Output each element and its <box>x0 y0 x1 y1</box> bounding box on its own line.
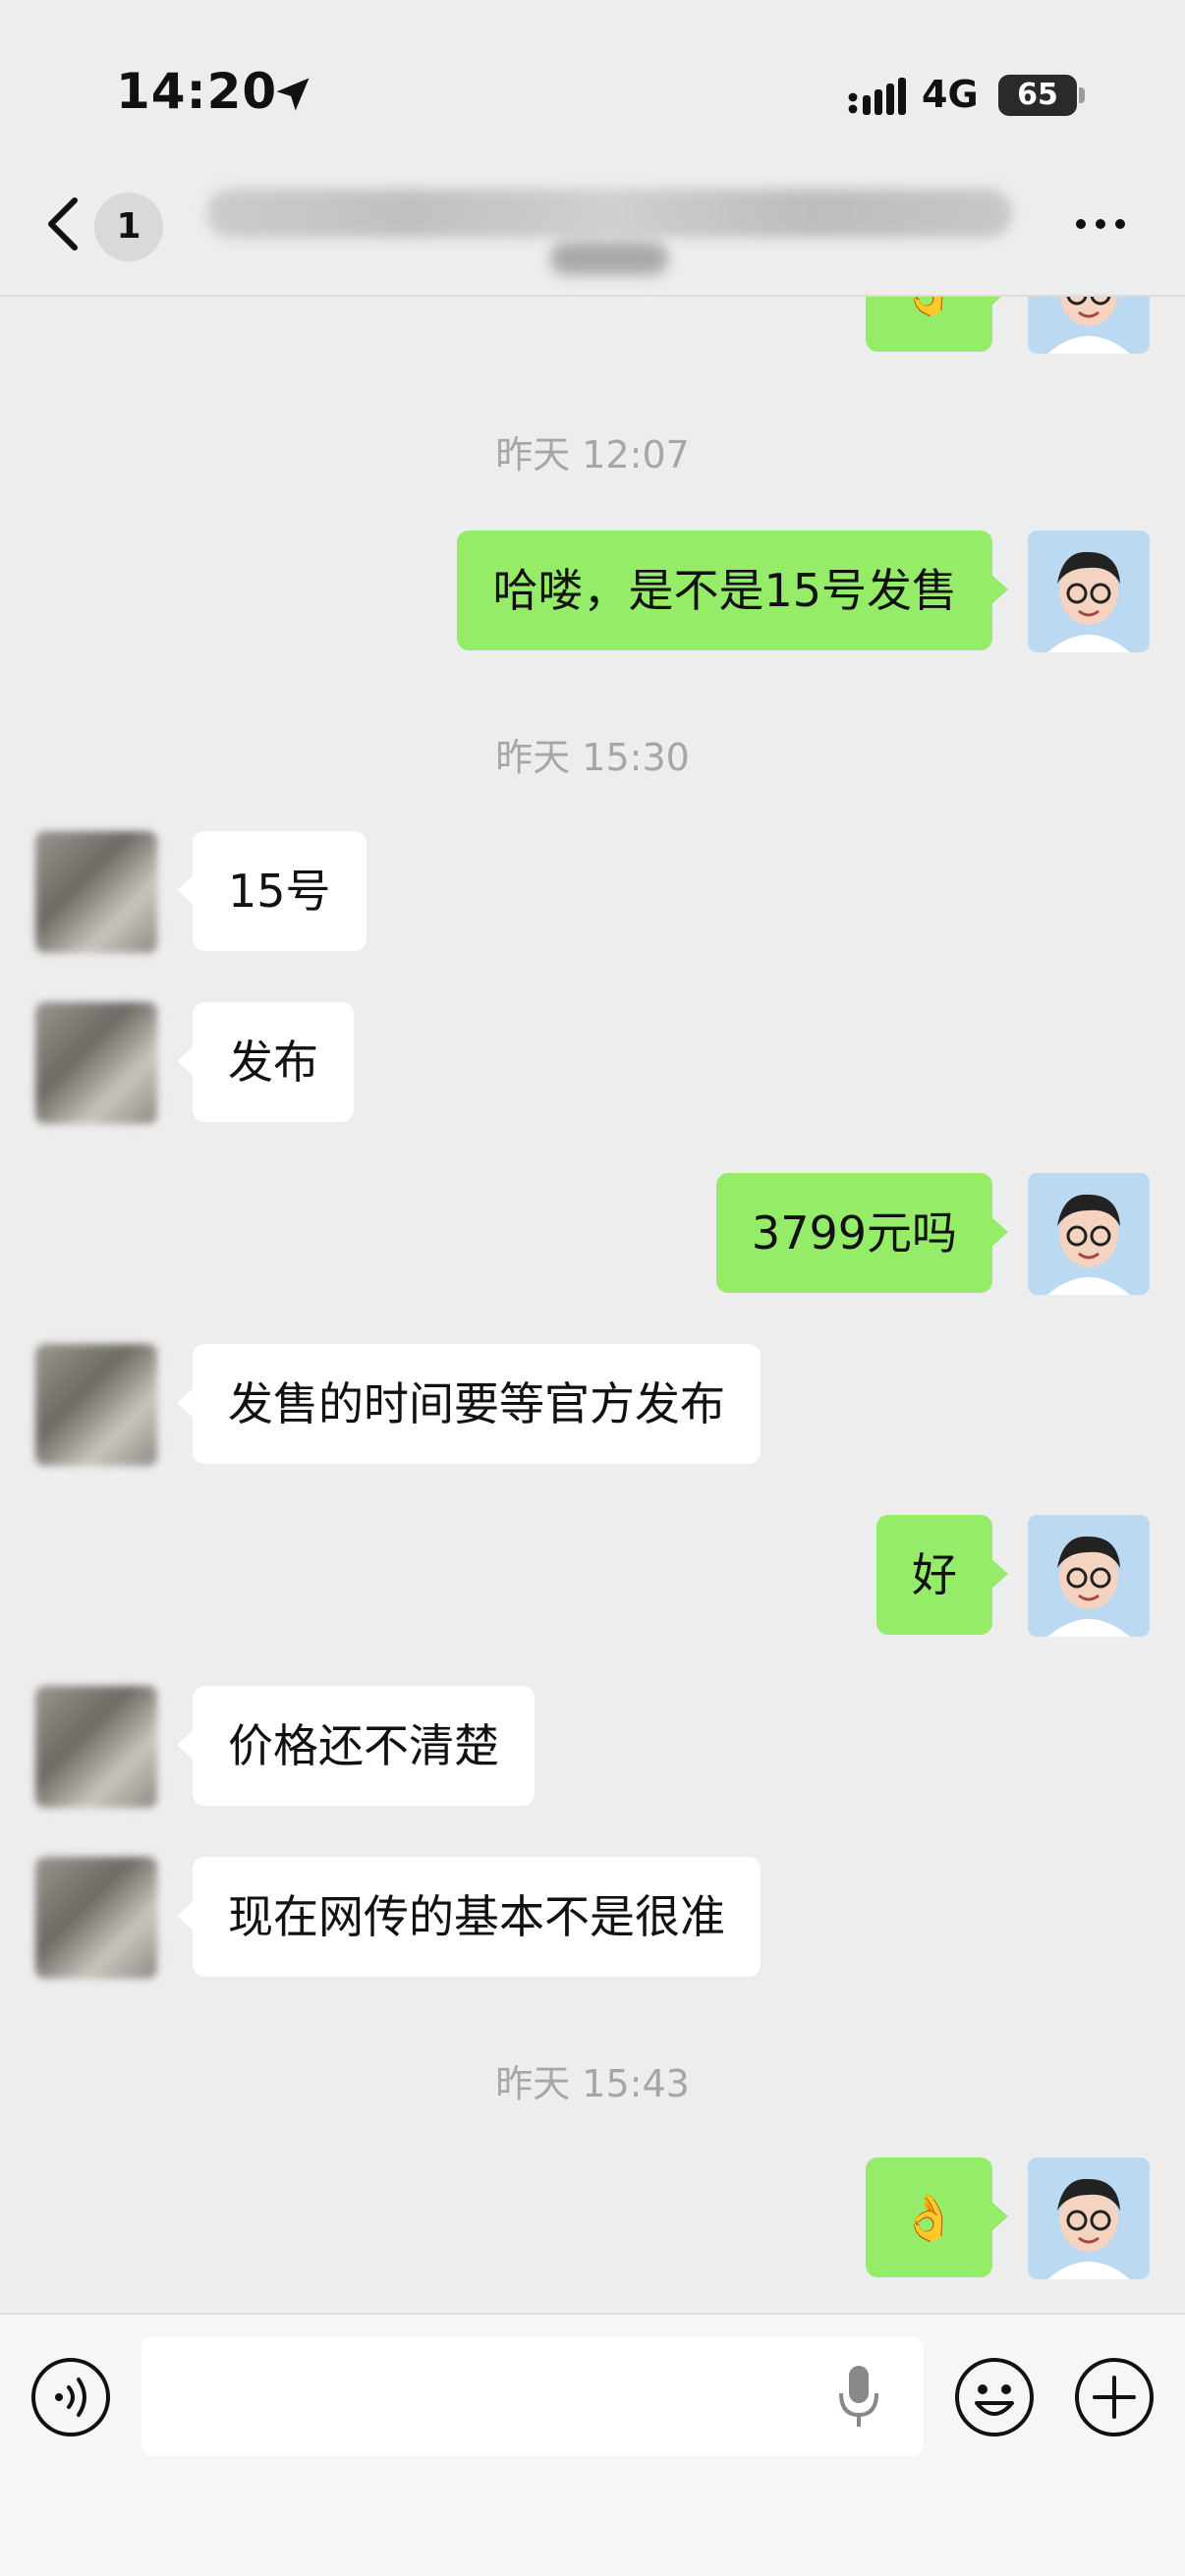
message-bubble[interactable]: 现在网传的基本不是很准 <box>177 1857 761 1977</box>
message-outgoing: 👌 <box>0 297 1185 356</box>
avatar-peer[interactable] <box>35 1002 157 1124</box>
message-outgoing: 哈喽，是不是15号发售 <box>0 531 1185 668</box>
battery-level: 65 <box>998 75 1077 116</box>
timestamp: 昨天 15:30 <box>495 736 690 779</box>
message-input[interactable] <box>141 2336 924 2456</box>
avatar-self[interactable] <box>1028 531 1150 652</box>
voice-icon[interactable] <box>29 2356 112 2438</box>
message-bubble[interactable]: 好 <box>876 1515 1008 1635</box>
avatar-peer[interactable] <box>35 831 157 953</box>
avatar-self[interactable] <box>1028 1515 1150 1637</box>
message-bubble[interactable]: 👌 <box>865 2157 1009 2277</box>
message-incoming: 发售的时间要等官方发布 <box>0 1344 1185 1482</box>
message-bubble[interactable]: 👌 <box>865 297 1009 352</box>
battery-tip <box>1079 87 1085 103</box>
message-outgoing: 3799元吗 <box>0 1173 1185 1311</box>
timestamp: 昨天 15:43 <box>495 2062 690 2105</box>
message-bubble[interactable]: 哈喽，是不是15号发售 <box>457 531 1008 650</box>
input-bar <box>0 2313 1185 2576</box>
avatar-peer[interactable] <box>35 1344 157 1466</box>
avatar-peer[interactable] <box>35 1857 157 1979</box>
mic-icon[interactable] <box>833 2362 884 2431</box>
message-incoming: 发布 <box>0 1002 1185 1140</box>
signal-icon <box>848 78 906 115</box>
message-bubble[interactable]: 发售的时间要等官方发布 <box>177 1344 761 1464</box>
message-bubble[interactable]: 3799元吗 <box>715 1173 1009 1293</box>
message-incoming: 15号 <box>0 831 1185 969</box>
network-type: 4G <box>922 73 979 116</box>
chevron-left-icon[interactable] <box>43 196 83 252</box>
message-outgoing: 👌 <box>0 2157 1185 2295</box>
emoji-icon[interactable] <box>953 2356 1036 2438</box>
message-list[interactable]: 👌 昨天 12:07 哈喽，是不是15号发售 昨天 15:30 15号 发布 3… <box>0 297 1185 2313</box>
chat-header: 1 <box>0 147 1185 297</box>
chat-subtitle-redacted <box>550 242 668 275</box>
message-incoming: 价格还不清楚 <box>0 1686 1185 1823</box>
message-bubble[interactable]: 价格还不清楚 <box>177 1686 535 1806</box>
timestamp: 昨天 12:07 <box>495 433 690 476</box>
avatar-peer[interactable] <box>35 1686 157 1808</box>
status-time: 14:20 <box>116 63 278 120</box>
status-bar: 14:20 4G 65 <box>0 0 1185 147</box>
unread-badge[interactable]: 1 <box>94 193 163 261</box>
location-arrow-icon <box>276 78 310 111</box>
avatar-self[interactable] <box>1028 1173 1150 1295</box>
message-outgoing: 好 <box>0 1515 1185 1652</box>
avatar-self[interactable] <box>1028 297 1150 354</box>
message-bubble[interactable]: 15号 <box>177 831 367 951</box>
plus-icon[interactable] <box>1073 2356 1156 2438</box>
avatar-self[interactable] <box>1028 2157 1150 2279</box>
message-bubble[interactable]: 发布 <box>177 1002 354 1122</box>
more-icon[interactable] <box>1071 214 1130 234</box>
chat-title-redacted[interactable] <box>206 189 1012 238</box>
message-incoming: 现在网传的基本不是很准 <box>0 1857 1185 1994</box>
